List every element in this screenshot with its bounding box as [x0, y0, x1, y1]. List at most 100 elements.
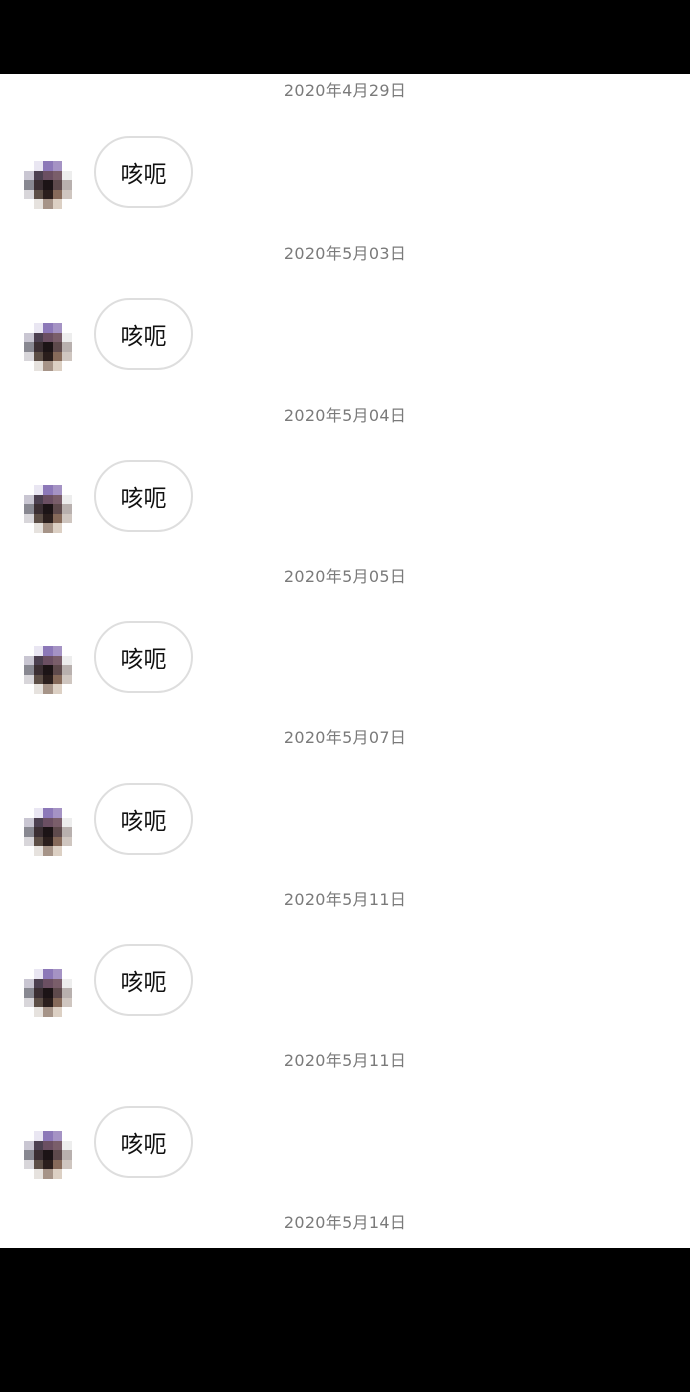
avatar-pixel — [33, 361, 43, 371]
screen: 2020年4月29日 咳呃 2020年5月03日 咳呃 2020年5月04日 咳… — [0, 0, 690, 1392]
avatar-pixel — [43, 997, 53, 1008]
avatar-pixel — [52, 323, 62, 333]
avatar-pixel — [71, 170, 81, 181]
avatar-pixel — [24, 180, 34, 190]
avatar-pixel — [71, 836, 81, 847]
avatar-pixel — [33, 1140, 43, 1151]
avatar-pixel — [52, 170, 62, 181]
date-separator: 2020年5月03日 — [283, 244, 407, 263]
avatar-pixel — [33, 988, 43, 998]
avatar-pixel — [71, 827, 81, 837]
avatar-pixel — [43, 180, 53, 190]
avatar-pixel — [24, 836, 34, 847]
message-bubble[interactable]: 咳呃 — [94, 783, 193, 855]
avatar-pixel — [71, 674, 81, 685]
avatar-pixel — [71, 342, 81, 352]
avatar-pixel — [33, 1150, 43, 1160]
message-row: 咳呃 — [0, 621, 690, 695]
avatar-icon[interactable] — [24, 808, 81, 856]
avatar-pixel — [33, 180, 43, 190]
avatar-pixel — [24, 978, 34, 989]
avatar-icon[interactable] — [24, 1131, 81, 1179]
avatar-pixel — [52, 827, 62, 837]
date-separator: 2020年5月11日 — [283, 1051, 407, 1070]
avatar-pixel — [33, 494, 43, 505]
avatar-pixel — [24, 351, 34, 362]
avatar-pixel — [24, 1150, 34, 1160]
avatar-icon[interactable] — [24, 969, 81, 1017]
avatar-pixel — [24, 504, 34, 514]
avatar-pixel — [52, 978, 62, 989]
avatar-icon[interactable] — [24, 485, 81, 533]
avatar-pixel — [62, 646, 72, 656]
avatar-pixel — [33, 161, 43, 171]
avatar-pixel — [52, 1169, 62, 1179]
avatar-pixel — [52, 189, 62, 200]
avatar-pixel — [24, 199, 34, 209]
avatar-pixel — [71, 189, 81, 200]
avatar-pixel — [52, 1159, 62, 1170]
avatar-pixel — [43, 513, 53, 524]
message-bubble[interactable]: 咳呃 — [94, 298, 193, 370]
avatar-pixel — [62, 351, 72, 362]
avatar-pixel — [24, 161, 34, 171]
avatar-icon[interactable] — [24, 646, 81, 694]
avatar-pixel — [62, 988, 72, 998]
avatar-pixel — [43, 189, 53, 200]
avatar-pixel — [71, 846, 81, 856]
avatar-pixel — [62, 523, 72, 533]
avatar-pixel — [62, 827, 72, 837]
avatar-pixel — [71, 988, 81, 998]
avatar-pixel — [52, 523, 62, 533]
avatar-pixel — [43, 485, 53, 495]
avatar-pixel — [71, 1140, 81, 1151]
message-bubble[interactable]: 咳呃 — [94, 460, 193, 532]
avatar-pixel — [62, 674, 72, 685]
avatar-pixel — [71, 513, 81, 524]
avatar-pixel — [52, 836, 62, 847]
avatar-pixel — [24, 665, 34, 675]
avatar-pixel — [33, 189, 43, 200]
avatar-pixel — [24, 513, 34, 524]
message-bubble[interactable]: 咳呃 — [94, 944, 193, 1016]
avatar-pixel — [43, 323, 53, 333]
avatar-pixel — [24, 342, 34, 352]
avatar-pixel — [24, 655, 34, 666]
avatar-pixel — [62, 189, 72, 200]
avatar-pixel — [43, 988, 53, 998]
avatar-pixel — [62, 655, 72, 666]
avatar-pixel — [71, 351, 81, 362]
avatar-pixel — [52, 199, 62, 209]
avatar-pixel — [24, 674, 34, 685]
avatar-pixel — [62, 361, 72, 371]
avatar-pixel — [33, 978, 43, 989]
avatar-pixel — [62, 323, 72, 333]
avatar-pixel — [43, 646, 53, 656]
avatar-pixel — [71, 808, 81, 818]
avatar-pixel — [52, 1131, 62, 1141]
avatar-pixel — [43, 1140, 53, 1151]
avatar-pixel — [62, 978, 72, 989]
message-row: 咳呃 — [0, 944, 690, 1018]
message-bubble[interactable]: 咳呃 — [94, 1106, 193, 1178]
avatar-pixel — [62, 969, 72, 979]
chat-history[interactable]: 2020年4月29日 咳呃 2020年5月03日 咳呃 2020年5月04日 咳… — [0, 74, 690, 1248]
avatar-pixel — [24, 1131, 34, 1141]
avatar-icon[interactable] — [24, 323, 81, 371]
date-separator: 2020年5月11日 — [283, 890, 407, 909]
avatar-icon[interactable] — [24, 161, 81, 209]
avatar-pixel — [43, 827, 53, 837]
avatar-pixel — [24, 494, 34, 505]
avatar-pixel — [24, 684, 34, 694]
avatar-pixel — [33, 665, 43, 675]
avatar-pixel — [52, 1007, 62, 1017]
avatar-pixel — [52, 342, 62, 352]
avatar-pixel — [62, 1159, 72, 1170]
avatar-pixel — [43, 969, 53, 979]
avatar-pixel — [62, 1169, 72, 1179]
avatar-pixel — [33, 827, 43, 837]
message-bubble[interactable]: 咳呃 — [94, 136, 193, 208]
avatar-pixel — [52, 1150, 62, 1160]
avatar-pixel — [52, 674, 62, 685]
message-bubble[interactable]: 咳呃 — [94, 621, 193, 693]
